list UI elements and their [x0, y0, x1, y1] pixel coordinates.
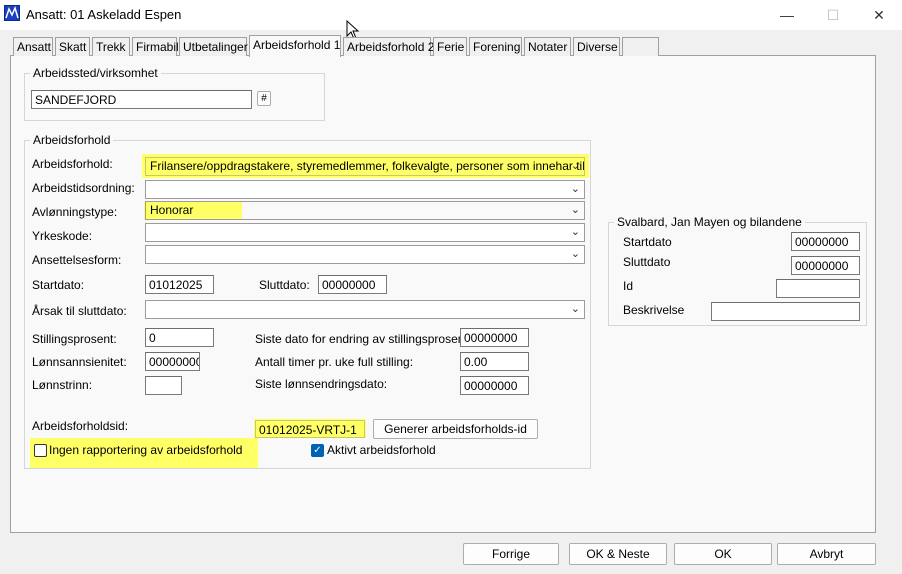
arbeidstidsordning-select[interactable]: ⌄	[145, 180, 585, 199]
lonnstrinn-input[interactable]	[145, 376, 182, 395]
maximize-button[interactable]: ☐	[810, 0, 856, 30]
tab-trekk[interactable]: Trekk	[92, 37, 130, 56]
title-bar: Ansatt: 01 Askeladd Espen — ☐ ✕	[0, 0, 902, 30]
tab-arbeidsforhold-1[interactable]: Arbeidsforhold 1	[249, 35, 341, 57]
chevron-down-icon: ⌄	[570, 183, 580, 195]
lonnsansiennitet-label: Lønnsannsienitet:	[32, 355, 127, 369]
tab-utbetalinger[interactable]: Utbetalinger	[179, 37, 248, 56]
antall-timer-label: Antall timer pr. uke full stilling:	[255, 355, 414, 369]
minimize-button[interactable]: —	[764, 0, 810, 30]
ingen-rapportering-checkbox[interactable]	[34, 444, 47, 457]
sluttdato-input[interactable]: 00000000	[318, 275, 387, 294]
tab-label: Ferie	[437, 40, 465, 54]
antall-timer-input[interactable]: 0.00	[460, 352, 529, 371]
window-title: Ansatt: 01 Askeladd Espen	[26, 7, 182, 22]
lonnstrinn-label: Lønnstrinn:	[32, 378, 93, 392]
workplace-group-label: Arbeidssted/virksomhet	[30, 66, 161, 80]
svalbard-beskrivelse-input[interactable]	[711, 302, 860, 321]
arbeidsforhold-value: Frilansere/oppdragstakere, styremedlemme…	[150, 159, 585, 173]
tab-forening[interactable]: Forening	[469, 37, 522, 56]
ingen-rapportering-label[interactable]: Ingen rapportering av arbeidsforhold	[49, 443, 242, 457]
avlonningstype-label: Avlønningstype:	[32, 205, 118, 219]
stillingsprosent-input[interactable]: 0	[145, 328, 214, 347]
svalbard-startdato-label: Startdato	[623, 235, 672, 249]
arbeidstidsordning-label: Arbeidstidsordning:	[32, 181, 135, 195]
workplace-lookup-button[interactable]: #	[257, 91, 271, 106]
checkmark-icon: ✓	[313, 445, 322, 456]
aktivt-arbeidsforhold-label[interactable]: Aktivt arbeidsforhold	[327, 443, 436, 457]
svalbard-startdato-input[interactable]: 00000000	[791, 232, 860, 251]
tab-label: Utbetalinger	[183, 40, 248, 54]
tab-label: Arbeidsforhold 2	[347, 40, 435, 54]
tab-diverse[interactable]: Diverse	[573, 37, 620, 56]
siste-endring-stilling-label: Siste dato for endring av stillingsprose…	[255, 332, 472, 346]
employment-group-label: Arbeidsforhold	[30, 133, 114, 147]
chevron-down-icon: ⌄	[570, 204, 580, 216]
avbryt-button[interactable]: Avbryt	[777, 543, 876, 565]
tab-label: Skatt	[59, 40, 87, 54]
avlonningstype-value: Honorar	[150, 203, 194, 217]
tab-label: Forening	[473, 40, 521, 54]
ansettelsesform-select[interactable]: ⌄	[145, 245, 585, 264]
siste-lonnsendring-label: Siste lønnsendringsdato:	[255, 377, 388, 391]
arbeidsforhold-select[interactable]: Frilansere/oppdragstakere, styremedlemme…	[145, 157, 585, 176]
arbeidsforholdsid-label: Arbeidsforholdsid:	[32, 419, 129, 433]
ok-neste-button[interactable]: OK & Neste	[569, 543, 667, 565]
chevron-down-icon: ⌄	[570, 303, 580, 315]
chevron-down-icon: ⌄	[570, 160, 580, 172]
tab-ferie[interactable]: Ferie	[433, 37, 467, 56]
ansettelsesform-label: Ansettelsesform:	[32, 253, 122, 267]
tab-label: Ansatt	[17, 40, 52, 54]
workplace-input[interactable]: SANDEFJORD	[31, 90, 252, 109]
stillingsprosent-label: Stillingsprosent:	[32, 332, 117, 346]
lonnsansiennitet-input[interactable]: 00000000	[145, 352, 200, 371]
svalbard-id-input[interactable]	[776, 279, 860, 298]
chevron-down-icon: ⌄	[570, 248, 580, 260]
tab-label: Trekk	[96, 40, 126, 54]
tab-firmabil[interactable]: Firmabil	[132, 37, 179, 56]
svalbard-group-label: Svalbard, Jan Mayen og bilandene	[614, 215, 805, 229]
avlonningstype-select[interactable]: Honorar ⌄	[145, 201, 585, 220]
svalbard-sluttdato-label: Sluttdato	[623, 255, 671, 269]
generer-arbeidsforholdsid-button[interactable]: Generer arbeidsforholds-id	[373, 419, 538, 439]
yrkeskode-label: Yrkeskode:	[32, 229, 93, 243]
svalbard-sluttdato-input[interactable]: 00000000	[791, 256, 860, 275]
tab-label: Notater	[528, 40, 568, 54]
svalbard-beskrivelse-label: Beskrivelse	[623, 303, 685, 317]
aktivt-arbeidsforhold-checkbox[interactable]: ✓	[311, 444, 324, 457]
tab-skatt[interactable]: Skatt	[55, 37, 90, 56]
tab-label: Firmabil	[136, 40, 179, 54]
tab-ansatt[interactable]: Ansatt	[13, 37, 53, 56]
tab-arbeidsforhold-2[interactable]: Arbeidsforhold 2	[343, 37, 435, 56]
siste-endring-stilling-input[interactable]: 00000000	[460, 328, 529, 347]
close-button[interactable]: ✕	[856, 0, 902, 30]
yrkeskode-select[interactable]: ⌄	[145, 223, 585, 242]
chevron-down-icon: ⌄	[570, 226, 580, 238]
tab-label: Diverse	[577, 40, 618, 54]
tab-empty[interactable]	[622, 37, 659, 56]
tab-label: Arbeidsforhold 1	[253, 38, 341, 52]
arbeidsforholdsid-input[interactable]: 01012025-VRTJ-1	[255, 420, 365, 438]
arbeidsforhold-label: Arbeidsforhold:	[32, 157, 113, 171]
arsak-sluttdato-select[interactable]: ⌄	[145, 300, 585, 319]
forrige-button[interactable]: Forrige	[463, 543, 559, 565]
svalbard-id-label: Id	[623, 279, 634, 293]
app-icon	[4, 5, 20, 21]
ok-button[interactable]: OK	[674, 543, 772, 565]
arsak-sluttdato-label: Årsak til sluttdato:	[32, 304, 127, 318]
tab-notater[interactable]: Notater	[524, 37, 571, 56]
siste-lonnsendring-input[interactable]: 00000000	[460, 376, 529, 395]
startdato-label: Startdato:	[32, 278, 85, 292]
sluttdato-label: Sluttdato:	[259, 278, 310, 292]
startdato-input[interactable]: 01012025	[145, 275, 214, 294]
